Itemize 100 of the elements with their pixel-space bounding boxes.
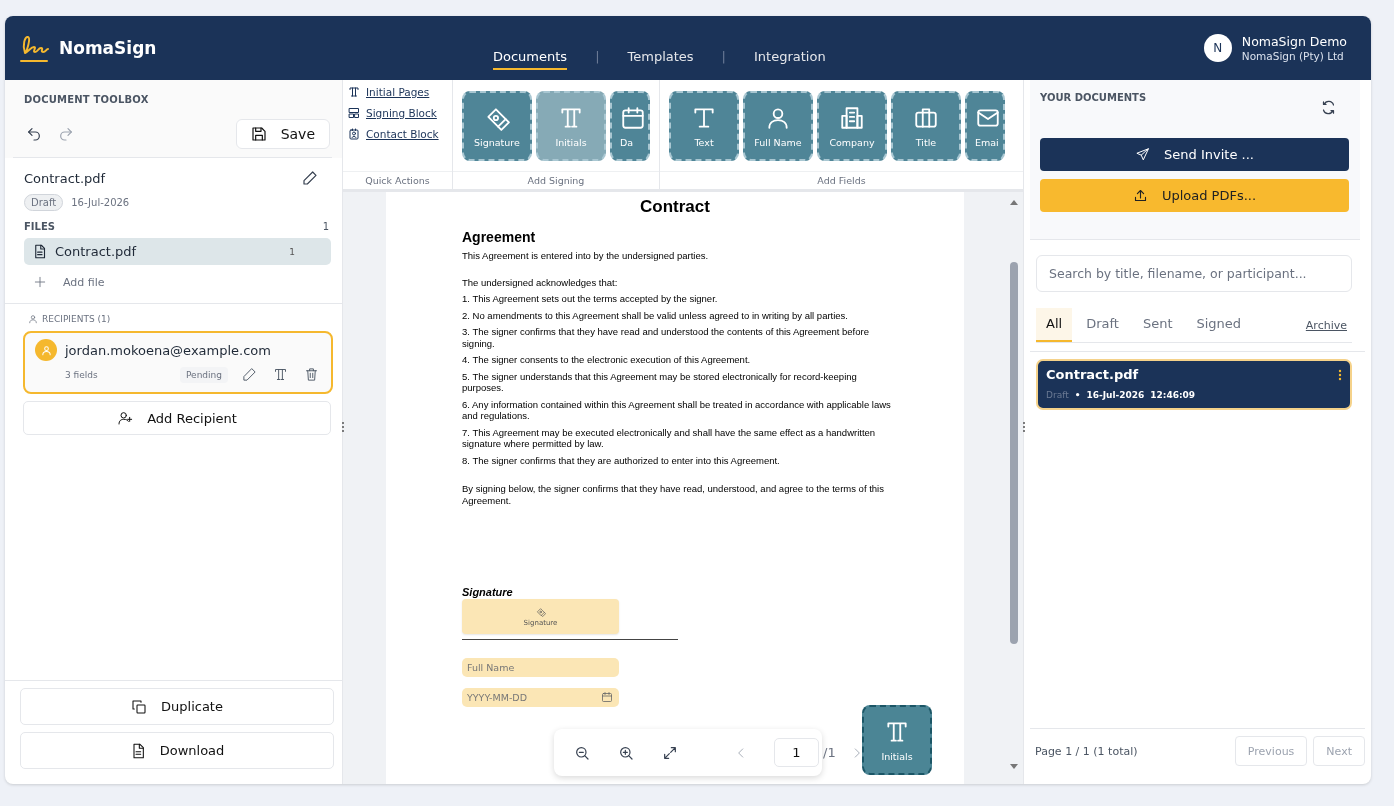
user-avatar[interactable]: N — [1203, 34, 1232, 62]
contact-card-icon — [348, 128, 360, 140]
filter-tab[interactable]: Sent — [1132, 308, 1183, 342]
document-name: Contract.pdf — [24, 170, 106, 186]
upload-icon — [1132, 188, 1148, 203]
list-item: 5. The signer understands that this Agreement may be stored electronically for record-keeping purposes. — [462, 370, 858, 394]
list-item: 1. This Agreement sets out the terms accepted by the signer. — [462, 293, 719, 305]
duplicate-button[interactable]: Duplicate — [20, 688, 334, 725]
more-icon[interactable] — [1338, 368, 1342, 381]
recipients-label: RECIPIENTS (1) — [42, 314, 111, 324]
section-label: Add Signing — [453, 171, 659, 189]
filter-tab[interactable]: All — [1036, 308, 1073, 342]
pagination-text: Page 1 / 1 (1 total) — [1035, 744, 1138, 758]
quick-action-link[interactable]: Initial Pages — [348, 86, 452, 98]
logo-icon — [19, 33, 51, 63]
file-icon — [32, 244, 47, 259]
recipient-status: Pending — [180, 366, 228, 383]
list-item: 7. This Agreement may be executed electronically and shall have the same effect as a handwritten signature where permitted by law. — [462, 426, 877, 450]
dragged-field-tile[interactable]: Initials — [862, 705, 932, 775]
brand-name: NomaSign — [59, 38, 157, 58]
nav-separator: | — [595, 49, 600, 66]
field-count: 3 fields — [65, 369, 98, 380]
rename-button[interactable] — [300, 168, 320, 188]
pencil-icon — [302, 170, 318, 186]
document-heading: Agreement — [462, 229, 537, 245]
undo-icon — [26, 126, 42, 142]
save-button[interactable]: Save — [235, 119, 330, 149]
recipient-card[interactable]: jordan.mokoena@example.com 3 fields Pending — [23, 331, 333, 394]
filter-tab[interactable]: Draft — [1076, 308, 1129, 342]
text-field[interactable]: Full Name — [462, 658, 619, 677]
field-tile[interactable]: Company — [817, 91, 887, 161]
nav-tab[interactable]: Documents — [493, 45, 568, 70]
add-file-button[interactable]: Add file — [24, 265, 114, 303]
date-field[interactable]: YYYY-MM-DD — [462, 688, 619, 707]
nav-tab[interactable]: Templates — [627, 45, 694, 70]
field-tile[interactable]: Title — [891, 91, 961, 161]
copy-icon — [131, 698, 148, 715]
send-invite-button[interactable]: Send Invite ... — [1040, 138, 1349, 171]
send-icon — [1135, 147, 1151, 162]
quick-action-link[interactable]: Signing Block — [348, 107, 452, 119]
paragraph: This Agreement is entered into by the undersigned parties. — [462, 250, 710, 262]
document-date: 16-Jul-2026 — [71, 197, 130, 208]
user-organization: NomaSign (Pty) Ltd — [1241, 50, 1345, 62]
zoom-out-icon — [574, 744, 590, 761]
document-card[interactable]: Contract.pdf Draft • 16-Jul-2026 12:46:09 — [1036, 359, 1352, 410]
building-icon — [839, 104, 865, 131]
upload-button[interactable]: Upload PDFs... — [1040, 179, 1349, 212]
bullet: • — [1074, 390, 1081, 400]
quick-action-link[interactable]: Contact Block — [348, 128, 452, 140]
edit-button[interactable] — [240, 365, 259, 384]
field-tile[interactable]: Full Name — [743, 91, 813, 161]
person-icon — [28, 314, 38, 324]
redo-icon — [58, 126, 74, 142]
letter-t-icon — [273, 367, 288, 382]
field-tile[interactable]: Signature — [462, 91, 532, 161]
list-item: 8. The signer confirms that they are authorized to enter into this Agreement. — [462, 454, 781, 466]
paragraph: By signing below, the signer confirms that they have read, understood, and agree to the terms of this Agreement. — [462, 483, 885, 506]
file-name: Contract.pdf — [55, 244, 137, 259]
layout-icon — [348, 107, 360, 119]
search-field[interactable]: Search by title, filename, or participant... — [1036, 255, 1352, 292]
pencil-icon — [242, 367, 257, 382]
download-button[interactable]: Download — [20, 732, 334, 769]
filter-tab[interactable]: Signed — [1186, 308, 1252, 342]
section-label: Add Fields — [660, 171, 1023, 189]
nav-tab[interactable]: Integration — [754, 45, 826, 70]
nav-separator: | — [721, 49, 726, 66]
save-icon — [250, 126, 267, 142]
field-tile[interactable]: Emai — [965, 91, 1005, 161]
person-icon — [40, 344, 52, 356]
paragraph: The undersigned acknowledges that: — [462, 276, 619, 288]
trash-icon — [304, 367, 319, 382]
refresh-icon — [1321, 100, 1336, 115]
recipient-email: jordan.mokoena@example.com — [65, 342, 271, 358]
calendar-icon — [601, 691, 613, 703]
person-plus-icon — [117, 410, 134, 426]
archive-link[interactable]: Archive — [1305, 318, 1352, 332]
page-number-field[interactable]: 1 — [774, 738, 819, 767]
section-title: YOUR DOCUMENTS — [1040, 92, 1147, 103]
document-date: 16-Jul-2026 — [1086, 390, 1145, 400]
plus-icon — [33, 275, 47, 289]
user-name: NomaSign Demo — [1241, 34, 1347, 49]
resize-handle[interactable] — [1022, 421, 1026, 433]
list-item: 4. The signer consents to the electronic execution of this Agreement. — [462, 354, 752, 366]
expand-icon — [662, 744, 678, 761]
document-name: Contract.pdf — [1046, 367, 1139, 382]
document-time: 12:46:09 — [1150, 390, 1196, 400]
section-label: Quick Actions — [343, 171, 452, 189]
file-item[interactable]: Contract.pdf 1 — [24, 238, 331, 265]
page-count: 1 — [289, 246, 295, 257]
files-count: 1 — [322, 221, 329, 232]
page-total: /1 — [823, 745, 836, 760]
document-status: Draft — [1046, 390, 1069, 400]
field-tile[interactable]: Text — [669, 91, 739, 161]
list-item: 2. No amendments to this Agreement shall be valid unless agreed to in writing by all parties. — [462, 309, 849, 321]
section-title: DOCUMENT TOOLBOX — [23, 94, 150, 105]
resize-handle[interactable] — [341, 421, 345, 433]
add-recipient-button[interactable]: Add Recipient — [23, 401, 331, 435]
field-tile[interactable]: Da — [610, 91, 650, 161]
list-item: 3. The signer confirms that they have read and understood the contents of this Agreement before signing. — [462, 326, 870, 349]
list-item: 6. Any information contained within this Agreement shall be treated in accordance with applicable laws and regulations. — [462, 398, 892, 422]
